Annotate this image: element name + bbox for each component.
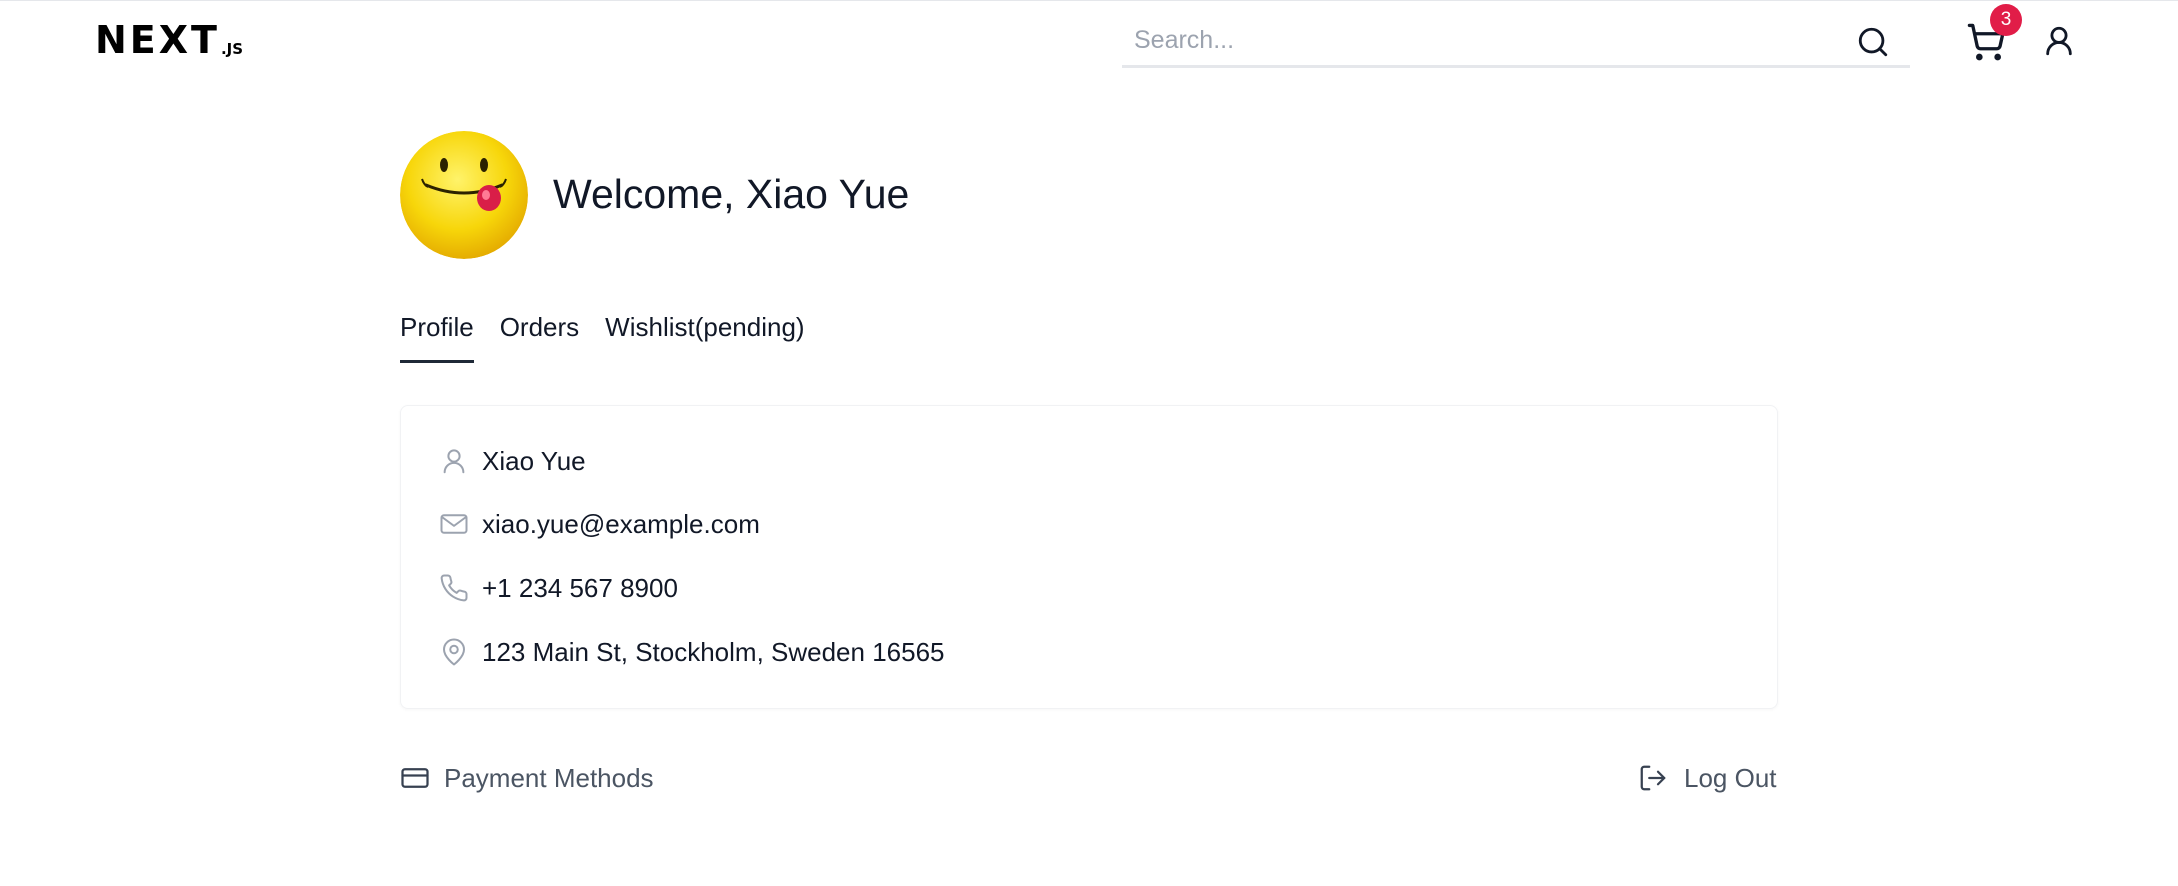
user-account-icon[interactable] [2042, 22, 2076, 60]
log-out-label: Log Out [1684, 763, 1777, 793]
person-icon [443, 449, 465, 474]
welcome-heading: Welcome, Xiao Yue [553, 171, 910, 217]
profile-address: 123 Main St, Stockholm, Sweden 16565 [482, 636, 945, 667]
tab-wishlist[interactable]: Wishlist(pending) [605, 310, 804, 363]
logo-main-text: NEXT [95, 18, 220, 62]
credit-card-icon [401, 768, 429, 788]
mail-icon [440, 514, 468, 534]
search-input[interactable] [1134, 20, 1834, 60]
location-pin-icon [443, 638, 465, 666]
cart-count-badge: 3 [1990, 4, 2022, 36]
profile-details-card: Xiao Yue xiao.yue@example.com +1 234 567… [400, 405, 1778, 709]
log-out-button[interactable]: Log Out [1638, 758, 1777, 798]
log-out-icon [1640, 765, 1666, 791]
nextjs-logo[interactable]: NEXT .JS [95, 20, 243, 60]
smiley-avatar-image [400, 131, 528, 259]
email-row: xiao.yue@example.com [439, 504, 760, 544]
tab-orders[interactable]: Orders [500, 310, 579, 363]
name-row: Xiao Yue [439, 441, 586, 481]
address-row: 123 Main St, Stockholm, Sweden 16565 [439, 632, 945, 672]
top-border [0, 0, 2178, 1]
phone-row: +1 234 567 8900 [439, 568, 678, 608]
phone-icon [440, 574, 468, 602]
search-bar [1122, 14, 1910, 68]
logo-sub-text: .JS [220, 40, 244, 58]
profile-name: Xiao Yue [482, 445, 586, 476]
payment-methods-button[interactable]: Payment Methods [400, 758, 654, 798]
tab-profile[interactable]: Profile [400, 310, 474, 363]
search-icon[interactable] [1856, 25, 1890, 59]
profile-email: xiao.yue@example.com [482, 508, 760, 539]
payment-methods-label: Payment Methods [444, 763, 654, 793]
profile-tabs: Profile Orders Wishlist(pending) [400, 310, 805, 363]
avatar [400, 131, 528, 259]
profile-phone: +1 234 567 8900 [482, 572, 678, 603]
